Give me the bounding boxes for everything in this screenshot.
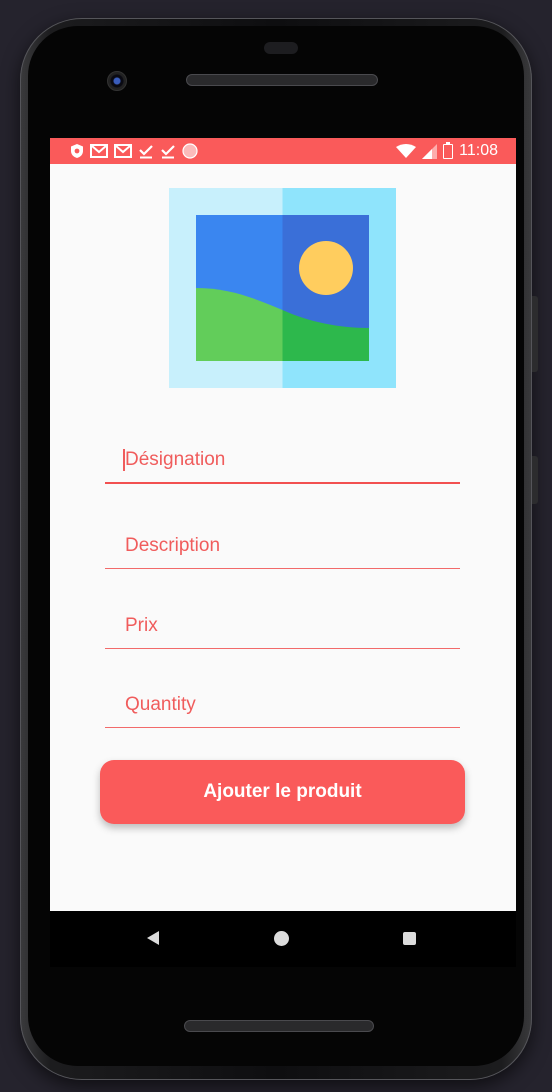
gmail-icon [114, 144, 132, 158]
battery-charging-icon [443, 141, 454, 159]
signal-icon [422, 143, 438, 159]
designation-input[interactable] [123, 448, 447, 472]
image-placeholder-icon[interactable] [169, 188, 396, 388]
front-camera-icon [107, 71, 127, 91]
notification-icons [70, 140, 198, 162]
power-button [532, 296, 538, 372]
home-icon[interactable] [274, 931, 289, 946]
navigation-bar [50, 911, 516, 967]
status-bar: 11:08 [50, 138, 516, 164]
download-done-icon [139, 144, 153, 158]
status-time: 11:08 [459, 142, 498, 159]
quantity-input[interactable] [123, 693, 447, 717]
wifi-icon [396, 143, 417, 158]
designation-field[interactable] [105, 442, 460, 484]
app-screen: 11:08 Ajouter le produit [50, 138, 516, 911]
recent-apps-icon[interactable] [403, 932, 416, 945]
stage: 11:08 Ajouter le produit [0, 0, 552, 1092]
shield-icon [71, 144, 83, 158]
sensor-slot [264, 42, 298, 54]
gmail-icon [90, 144, 108, 158]
volume-button [532, 456, 538, 504]
text-cursor [123, 449, 125, 471]
system-status-icons: 11:08 [396, 140, 498, 162]
add-product-button[interactable]: Ajouter le produit [100, 760, 465, 824]
description-field[interactable] [105, 528, 460, 569]
record-dot-icon [182, 143, 198, 159]
back-icon[interactable] [147, 931, 159, 945]
download-done-icon [161, 144, 175, 158]
bottom-speaker [184, 1020, 374, 1032]
quantity-field[interactable] [105, 687, 460, 728]
price-input[interactable] [123, 614, 447, 638]
earpiece-speaker [186, 74, 378, 86]
description-input[interactable] [123, 534, 447, 558]
price-field[interactable] [105, 608, 460, 649]
